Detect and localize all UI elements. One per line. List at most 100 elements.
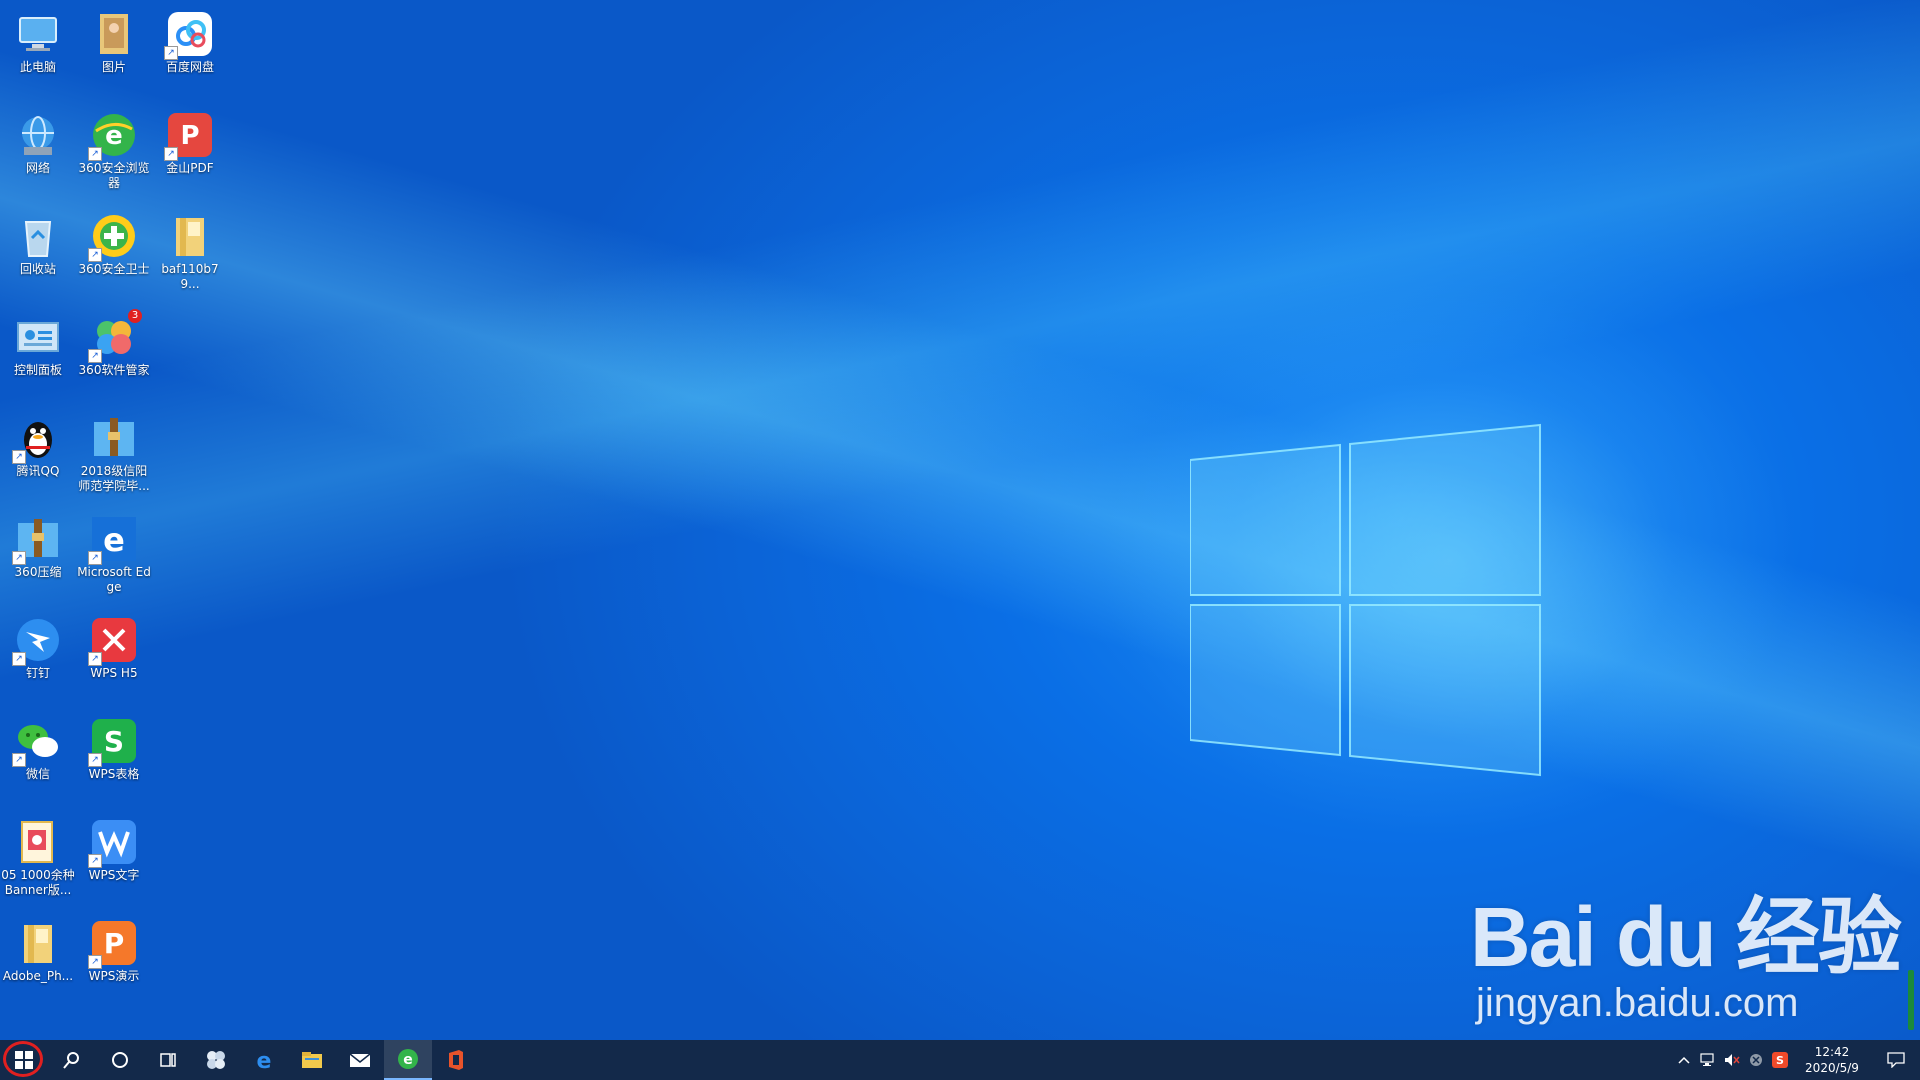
desktop-icon-microsoft-edge[interactable]: e ↗ Microsoft Edge bbox=[76, 509, 152, 607]
svg-text:S: S bbox=[1776, 1054, 1784, 1067]
desktop-icon-recycle-bin[interactable]: 回收站 bbox=[0, 206, 76, 304]
watermark-brand: Bai du 经验 bbox=[1470, 890, 1902, 984]
desktop-icon-folder-baf110b79[interactable]: baf110b79... bbox=[152, 206, 228, 304]
shortcut-arrow-icon: ↗ bbox=[88, 248, 102, 262]
taskbar-file-explorer[interactable] bbox=[288, 1040, 336, 1080]
svg-text:e: e bbox=[403, 1052, 413, 1068]
svg-text:P: P bbox=[104, 927, 125, 960]
desktop-icon-wps-writer[interactable]: ↗ WPS文字 bbox=[76, 812, 152, 910]
document-icon bbox=[14, 818, 62, 866]
shortcut-arrow-icon: ↗ bbox=[88, 753, 102, 767]
office-icon bbox=[449, 1050, 463, 1070]
task-view-icon bbox=[160, 1053, 176, 1067]
cortana-button[interactable] bbox=[96, 1040, 144, 1080]
sogou-ime-icon[interactable]: S bbox=[1768, 1040, 1792, 1080]
kingsoft-pdf-icon: P ↗ bbox=[164, 111, 214, 161]
recycle-bin-icon bbox=[14, 212, 62, 260]
shortcut-arrow-icon: ↗ bbox=[88, 955, 102, 969]
desktop-icon-this-pc[interactable]: 此电脑 bbox=[0, 4, 76, 102]
desktop-icon-wps-presentation[interactable]: P ↗ WPS演示 bbox=[76, 913, 152, 1011]
highlight-circle bbox=[3, 1041, 43, 1077]
baidu-netdisk-icon: ↗ bbox=[164, 10, 214, 60]
desktop-icon-banner-doc[interactable]: 05 1000余种Banner版... bbox=[0, 812, 76, 910]
notification-badge: 3 bbox=[128, 309, 142, 323]
shortcut-arrow-icon: ↗ bbox=[88, 551, 102, 565]
wps-presentation-icon: P ↗ bbox=[88, 919, 138, 969]
desktop-icon-dingtalk[interactable]: ↗ 钉钉 bbox=[0, 610, 76, 708]
volume-muted-icon[interactable] bbox=[1720, 1040, 1744, 1080]
start-button[interactable] bbox=[0, 1040, 48, 1080]
360-software-manager-icon: 3 ↗ bbox=[88, 309, 142, 363]
file-explorer-icon bbox=[302, 1052, 322, 1068]
desktop-icon-wps-spreadsheet[interactable]: S ↗ WPS表格 bbox=[76, 711, 152, 809]
desktop-icon-archive-2018[interactable]: 2018级信阳师范学院毕... bbox=[76, 408, 152, 506]
desktop-icon-wps-h5[interactable]: ↗ WPS H5 bbox=[76, 610, 152, 708]
clock-date: 2020/5/9 bbox=[1805, 1061, 1859, 1075]
desktop-icon-adobe-folder[interactable]: Adobe_Ph... bbox=[0, 913, 76, 1011]
search-button[interactable] bbox=[48, 1040, 96, 1080]
edge-icon: e bbox=[257, 1049, 272, 1071]
network-icon[interactable] bbox=[1696, 1040, 1720, 1080]
volume-indicator bbox=[1908, 970, 1914, 1030]
taskbar-office[interactable] bbox=[432, 1040, 480, 1080]
svg-text:S: S bbox=[104, 725, 124, 758]
svg-text:e: e bbox=[103, 521, 125, 559]
shortcut-arrow-icon: ↗ bbox=[12, 652, 26, 666]
taskbar-pinwheel-app[interactable] bbox=[192, 1040, 240, 1080]
chevron-up-icon[interactable] bbox=[1672, 1040, 1696, 1080]
shortcut-arrow-icon: ↗ bbox=[88, 147, 102, 161]
shortcut-arrow-icon: ↗ bbox=[12, 551, 26, 565]
taskbar-mail[interactable] bbox=[336, 1040, 384, 1080]
notification-icon bbox=[1887, 1052, 1905, 1068]
svg-text:e: e bbox=[257, 1049, 272, 1071]
shortcut-arrow-icon: ↗ bbox=[12, 753, 26, 767]
desktop-icon-360-zip[interactable]: ↗ 360压缩 bbox=[0, 509, 76, 607]
desktop[interactable]: 此电脑 图片 ↗ 百度网盘 网络 e ↗ 360安全浏览器 P ↗ 金山PDF bbox=[0, 0, 1920, 1040]
archive-icon bbox=[90, 414, 138, 462]
folder-icon bbox=[166, 212, 214, 260]
360-browser-icon: e bbox=[398, 1049, 418, 1069]
system-tray: S 12:42 2020/5/9 bbox=[1672, 1040, 1920, 1080]
desktop-icon-kingsoft-pdf[interactable]: P ↗ 金山PDF bbox=[152, 105, 228, 203]
control-panel-icon bbox=[14, 313, 62, 361]
clock-time: 12:42 bbox=[1814, 1045, 1850, 1059]
desktop-icon-pictures[interactable]: 图片 bbox=[76, 4, 152, 102]
shortcut-arrow-icon: ↗ bbox=[164, 46, 178, 60]
mail-icon bbox=[349, 1053, 371, 1067]
desktop-icon-baidu-netdisk[interactable]: ↗ 百度网盘 bbox=[152, 4, 228, 102]
network-icon bbox=[14, 111, 62, 159]
pinwheel-app-icon bbox=[207, 1051, 225, 1069]
close-circle-icon[interactable] bbox=[1744, 1040, 1768, 1080]
360-zip-icon: ↗ bbox=[12, 515, 62, 565]
360-security-icon: ↗ bbox=[88, 212, 138, 262]
desktop-icon-wechat[interactable]: ↗ 微信 bbox=[0, 711, 76, 809]
search-icon bbox=[63, 1052, 79, 1069]
desktop-icon-360-browser[interactable]: e ↗ 360安全浏览器 bbox=[76, 105, 152, 203]
wps-writer-icon: ↗ bbox=[88, 818, 138, 868]
taskbar: e e S 12:42 2020/5/9 bbox=[0, 1040, 1920, 1080]
shortcut-arrow-icon: ↗ bbox=[88, 349, 102, 363]
svg-text:P: P bbox=[180, 121, 199, 151]
360-browser-icon: e ↗ bbox=[88, 111, 138, 161]
wps-spreadsheet-icon: S ↗ bbox=[88, 717, 138, 767]
desktop-icon-qq[interactable]: ↗ 腾讯QQ bbox=[0, 408, 76, 506]
windows-logo-wallpaper bbox=[1190, 423, 1541, 777]
clock[interactable]: 12:42 2020/5/9 bbox=[1792, 1044, 1872, 1076]
desktop-icon-control-panel[interactable]: 控制面板 bbox=[0, 307, 76, 405]
edge-icon: e ↗ bbox=[88, 515, 138, 565]
shortcut-arrow-icon: ↗ bbox=[12, 450, 26, 464]
dingtalk-icon: ↗ bbox=[12, 616, 62, 666]
task-view-button[interactable] bbox=[144, 1040, 192, 1080]
shortcut-arrow-icon: ↗ bbox=[164, 147, 178, 161]
desktop-icon-360-software-manager[interactable]: 3 ↗ 360软件管家 bbox=[76, 307, 152, 405]
action-center-button[interactable] bbox=[1872, 1040, 1920, 1080]
pictures-folder-icon bbox=[90, 10, 138, 58]
taskbar-360-browser[interactable]: e bbox=[384, 1040, 432, 1080]
qq-icon: ↗ bbox=[12, 414, 62, 464]
desktop-icon-360-security[interactable]: ↗ 360安全卫士 bbox=[76, 206, 152, 304]
desktop-icon-network[interactable]: 网络 bbox=[0, 105, 76, 203]
computer-icon bbox=[14, 10, 62, 58]
folder-icon bbox=[14, 919, 62, 967]
shortcut-arrow-icon: ↗ bbox=[88, 854, 102, 868]
taskbar-edge[interactable]: e bbox=[240, 1040, 288, 1080]
